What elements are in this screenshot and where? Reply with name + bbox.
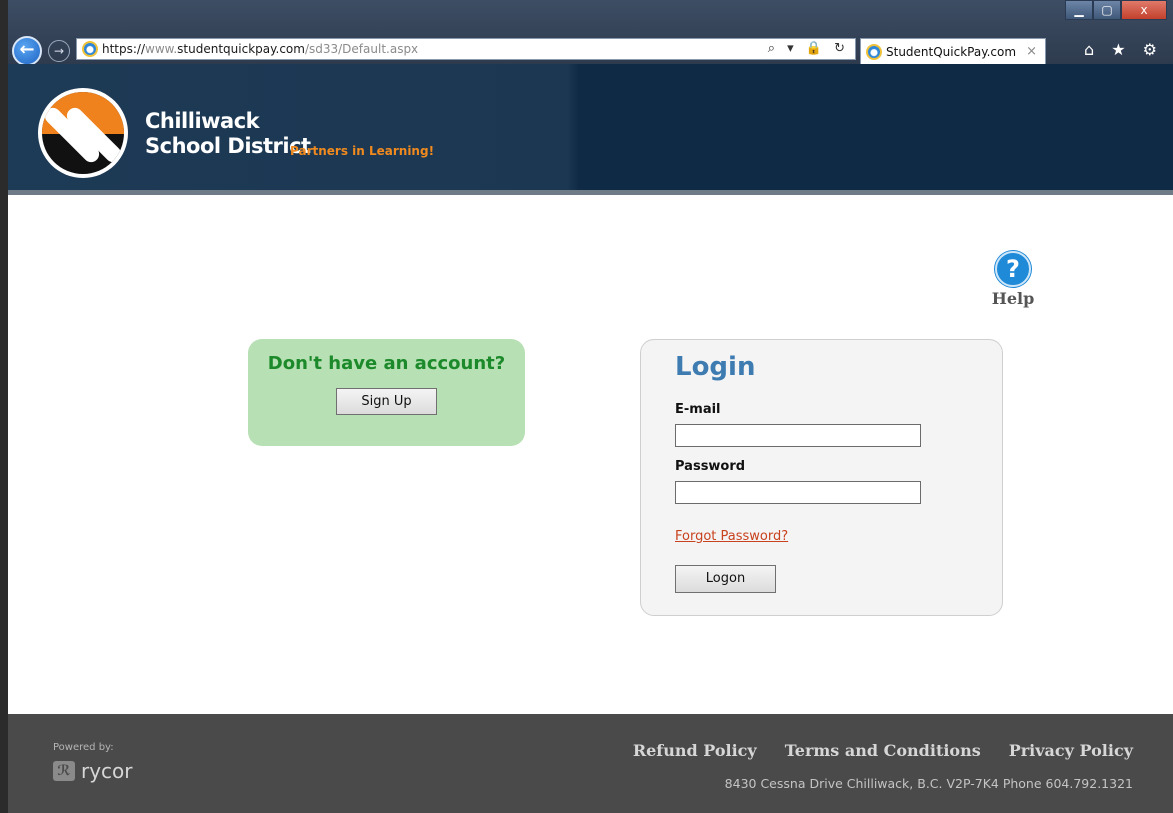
- toolbar-icons[interactable]: ⌂ ★ ⚙: [1084, 40, 1163, 59]
- tab-close-icon[interactable]: ×: [1026, 44, 1037, 59]
- powered-by-label: Powered by:: [53, 742, 114, 753]
- password-field[interactable]: [675, 481, 921, 504]
- help-question-icon[interactable]: ?: [995, 251, 1031, 287]
- browser-tab[interactable]: StudentQuickPay.com ×: [860, 38, 1046, 64]
- close-window-button[interactable]: x: [1121, 0, 1167, 20]
- password-label: Password: [675, 459, 746, 474]
- rycor-icon: ℛ: [53, 761, 75, 781]
- url-text: https://www.studentquickpay.com/sd33/Def…: [102, 42, 419, 56]
- ie-favicon-icon: [82, 41, 98, 57]
- help-link[interactable]: ? Help: [985, 251, 1041, 308]
- maximize-button[interactable]: ▢: [1093, 0, 1121, 20]
- address-bar[interactable]: https://www.studentquickpay.com/sd33/Def…: [76, 38, 856, 60]
- tab-favicon-icon: [866, 43, 882, 60]
- signup-panel: Don't have an account? Sign Up: [248, 339, 525, 446]
- brand-line2: School District: [145, 134, 311, 158]
- signup-title: Don't have an account?: [267, 353, 506, 374]
- forgot-password-link[interactable]: Forgot Password?: [675, 529, 788, 544]
- site-footer: Powered by: ℛ rycor Refund Policy Terms …: [8, 714, 1173, 813]
- privacy-policy-link[interactable]: Privacy Policy: [1009, 741, 1133, 760]
- browser-chrome: ▁ ▢ x ← → https://www.studentquickpay.co…: [8, 0, 1173, 66]
- terms-link[interactable]: Terms and Conditions: [785, 741, 981, 760]
- email-label: E-mail: [675, 402, 721, 417]
- site-header: Chilliwack School District Partners in L…: [8, 64, 1173, 195]
- footer-address: 8430 Cessna Drive Chilliwack, B.C. V2P-7…: [724, 776, 1133, 791]
- forward-button[interactable]: →: [48, 40, 70, 62]
- district-logo: [38, 88, 128, 178]
- tab-title: StudentQuickPay.com: [886, 44, 1017, 59]
- refund-policy-link[interactable]: Refund Policy: [633, 741, 757, 760]
- address-tools[interactable]: ⌕ ▾ 🔒 ↻: [768, 41, 849, 56]
- email-field[interactable]: [675, 424, 921, 447]
- login-title: Login: [675, 352, 756, 382]
- window-controls: ▁ ▢ x: [1065, 0, 1167, 22]
- browser-window: ▁ ▢ x ← → https://www.studentquickpay.co…: [8, 0, 1173, 813]
- login-panel: Login E-mail Password Forgot Password? L…: [640, 339, 1003, 616]
- sign-up-button[interactable]: Sign Up: [336, 388, 437, 415]
- brand-line1: Chilliwack: [145, 109, 260, 133]
- minimize-button[interactable]: ▁: [1065, 0, 1093, 20]
- tagline: Partners in Learning!: [290, 144, 435, 158]
- logon-button[interactable]: Logon: [675, 565, 776, 593]
- rycor-logo: ℛ rycor: [53, 759, 133, 783]
- help-label[interactable]: Help: [985, 289, 1041, 308]
- rycor-text: rycor: [81, 759, 133, 783]
- back-button[interactable]: ←: [12, 36, 42, 66]
- footer-links: Refund Policy Terms and Conditions Priva…: [633, 741, 1133, 760]
- page: Chilliwack School District Partners in L…: [8, 64, 1173, 813]
